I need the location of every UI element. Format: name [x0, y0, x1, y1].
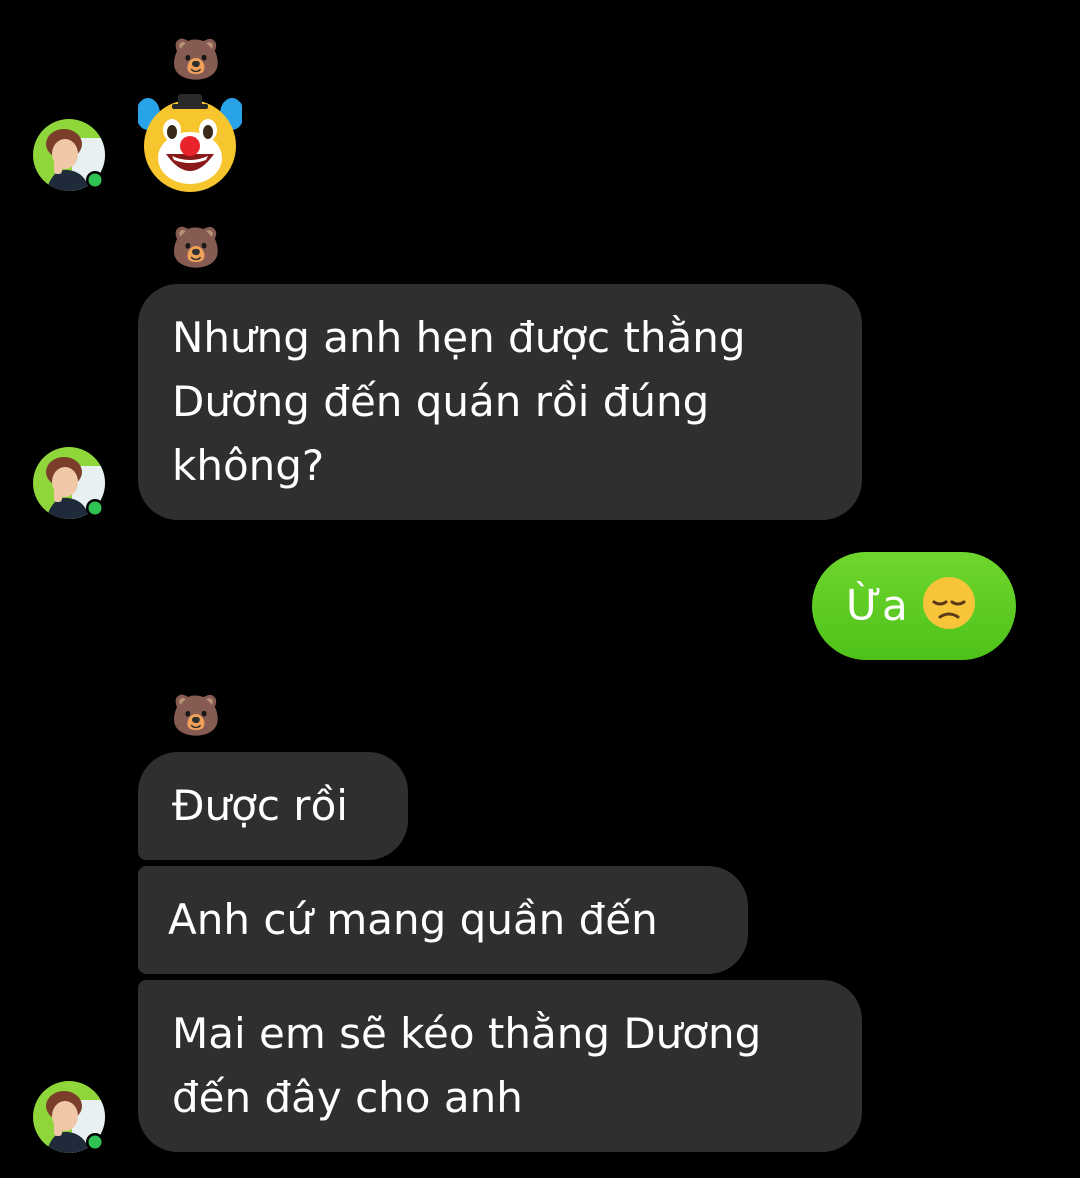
online-indicator: [88, 173, 102, 187]
message-bubble[interactable]: Nhưng anh hẹn được thằng Dương đến quán …: [138, 284, 862, 520]
message-text: Ừa: [846, 581, 908, 630]
message-text: Anh cứ mang quần đến: [168, 895, 658, 944]
sender-name: 🐻: [171, 37, 221, 83]
message-text: Nhưng anh hẹn được thằng: [172, 313, 746, 362]
contact-avatar[interactable]: [32, 446, 106, 520]
message-bubble[interactable]: Mai em sẽ kéo thằng Dương đến đây cho an…: [138, 980, 862, 1152]
contact-avatar[interactable]: [32, 1080, 106, 1154]
contact-avatar[interactable]: [32, 118, 106, 192]
message-bubble-outgoing[interactable]: Ừa: [812, 552, 1016, 660]
clown-face-emoji[interactable]: [138, 92, 242, 196]
online-indicator: [88, 501, 102, 515]
message-bubble[interactable]: Anh cứ mang quần đến: [138, 866, 748, 974]
message-text: đến đây cho anh: [172, 1073, 523, 1122]
sender-name: 🐻: [171, 225, 221, 271]
message-bubble[interactable]: Được rồi: [138, 752, 408, 860]
sender-name: 🐻: [171, 693, 221, 739]
message-text: Dương đến quán rồi đúng: [172, 377, 710, 426]
disappointed-face-emoji: [922, 577, 975, 629]
online-indicator: [88, 1135, 102, 1149]
message-text: Được rồi: [172, 781, 348, 830]
message-text: Mai em sẽ kéo thằng Dương: [172, 1009, 762, 1058]
message-text: không?: [172, 441, 325, 490]
